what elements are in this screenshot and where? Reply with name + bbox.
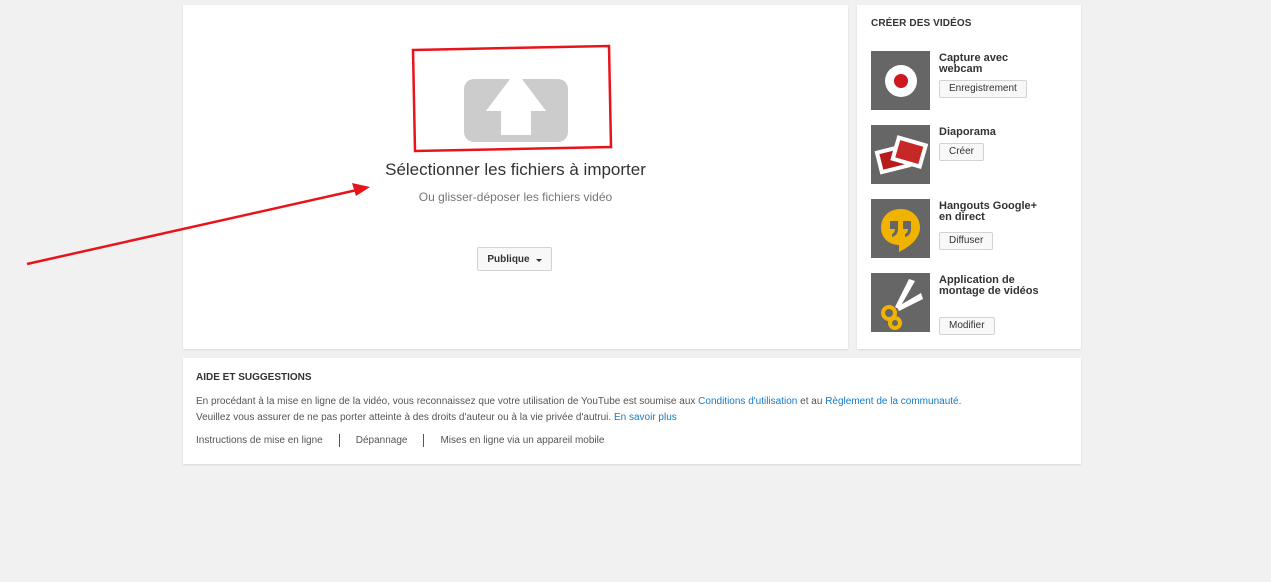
create-videos-title: CRÉER DES VIDÉOS (871, 18, 972, 29)
record-icon[interactable] (871, 51, 930, 110)
tool-slideshow: Diaporama Créer (871, 125, 1071, 184)
upload-arrow-icon[interactable] (462, 71, 570, 145)
drag-drop-hint: Ou glisser-déposer les fichiers vidéo (418, 190, 613, 204)
troubleshooting-link[interactable]: Dépannage (338, 434, 424, 447)
tool-slideshow-name: Diaporama (939, 126, 996, 138)
edit-button[interactable]: Modifier (939, 317, 995, 335)
help-text-3: . (958, 396, 962, 407)
upload-instructions-link[interactable]: Instructions de mise en ligne (196, 434, 339, 447)
tool-webcam-name: Capture avec webcam (939, 52, 1009, 75)
help-text-4: Veuillez vous assurer de ne pas porter a… (196, 412, 614, 423)
community-guidelines-link[interactable]: Règlement de la communauté (825, 396, 958, 407)
tool-hangouts-name: Hangouts Google+ en direct (939, 200, 1038, 223)
help-title: AIDE ET SUGGESTIONS (196, 372, 312, 383)
chevron-down-icon (535, 258, 542, 262)
create-slideshow-button[interactable]: Créer (939, 143, 985, 161)
help-text-2: et au (797, 396, 826, 407)
broadcast-button[interactable]: Diffuser (939, 232, 994, 250)
help-links: Instructions de mise en ligne Dépannage … (196, 434, 620, 447)
terms-link[interactable]: Conditions d'utilisation (698, 396, 797, 407)
help-line-2: Veuillez vous assurer de ne pas porter a… (196, 410, 1056, 426)
tool-editor: Application de montage de vidéos Modifie… (871, 273, 1071, 335)
help-panel: AIDE ET SUGGESTIONS En procédant à la mi… (183, 358, 1081, 464)
help-line-1: En procédant à la mise en ligne de la vi… (196, 394, 1056, 410)
record-button[interactable]: Enregistrement (939, 80, 1027, 98)
scissors-icon[interactable] (871, 273, 930, 332)
create-videos-panel: CRÉER DES VIDÉOS Capture avec webcam Enr… (857, 5, 1081, 349)
privacy-value: Publique (487, 253, 530, 265)
upload-panel: Sélectionner les fichiers à importer Ou … (183, 5, 848, 349)
hangouts-icon[interactable] (871, 199, 930, 258)
mobile-upload-link[interactable]: Mises en ligne via un appareil mobile (423, 434, 620, 447)
learn-more-link[interactable]: En savoir plus (614, 412, 677, 423)
select-files-link[interactable]: Sélectionner les fichiers à importer (183, 160, 848, 180)
help-text-1: En procédant à la mise en ligne de la vi… (196, 396, 699, 407)
tool-editor-name: Application de montage de vidéos (939, 274, 1039, 297)
tool-hangouts: Hangouts Google+ en direct Diffuser (871, 199, 1071, 258)
tool-webcam: Capture avec webcam Enregistrement (871, 51, 1071, 110)
photos-icon[interactable] (871, 125, 930, 184)
help-text: En procédant à la mise en ligne de la vi… (196, 394, 1056, 426)
privacy-dropdown[interactable]: Publique (477, 247, 552, 271)
